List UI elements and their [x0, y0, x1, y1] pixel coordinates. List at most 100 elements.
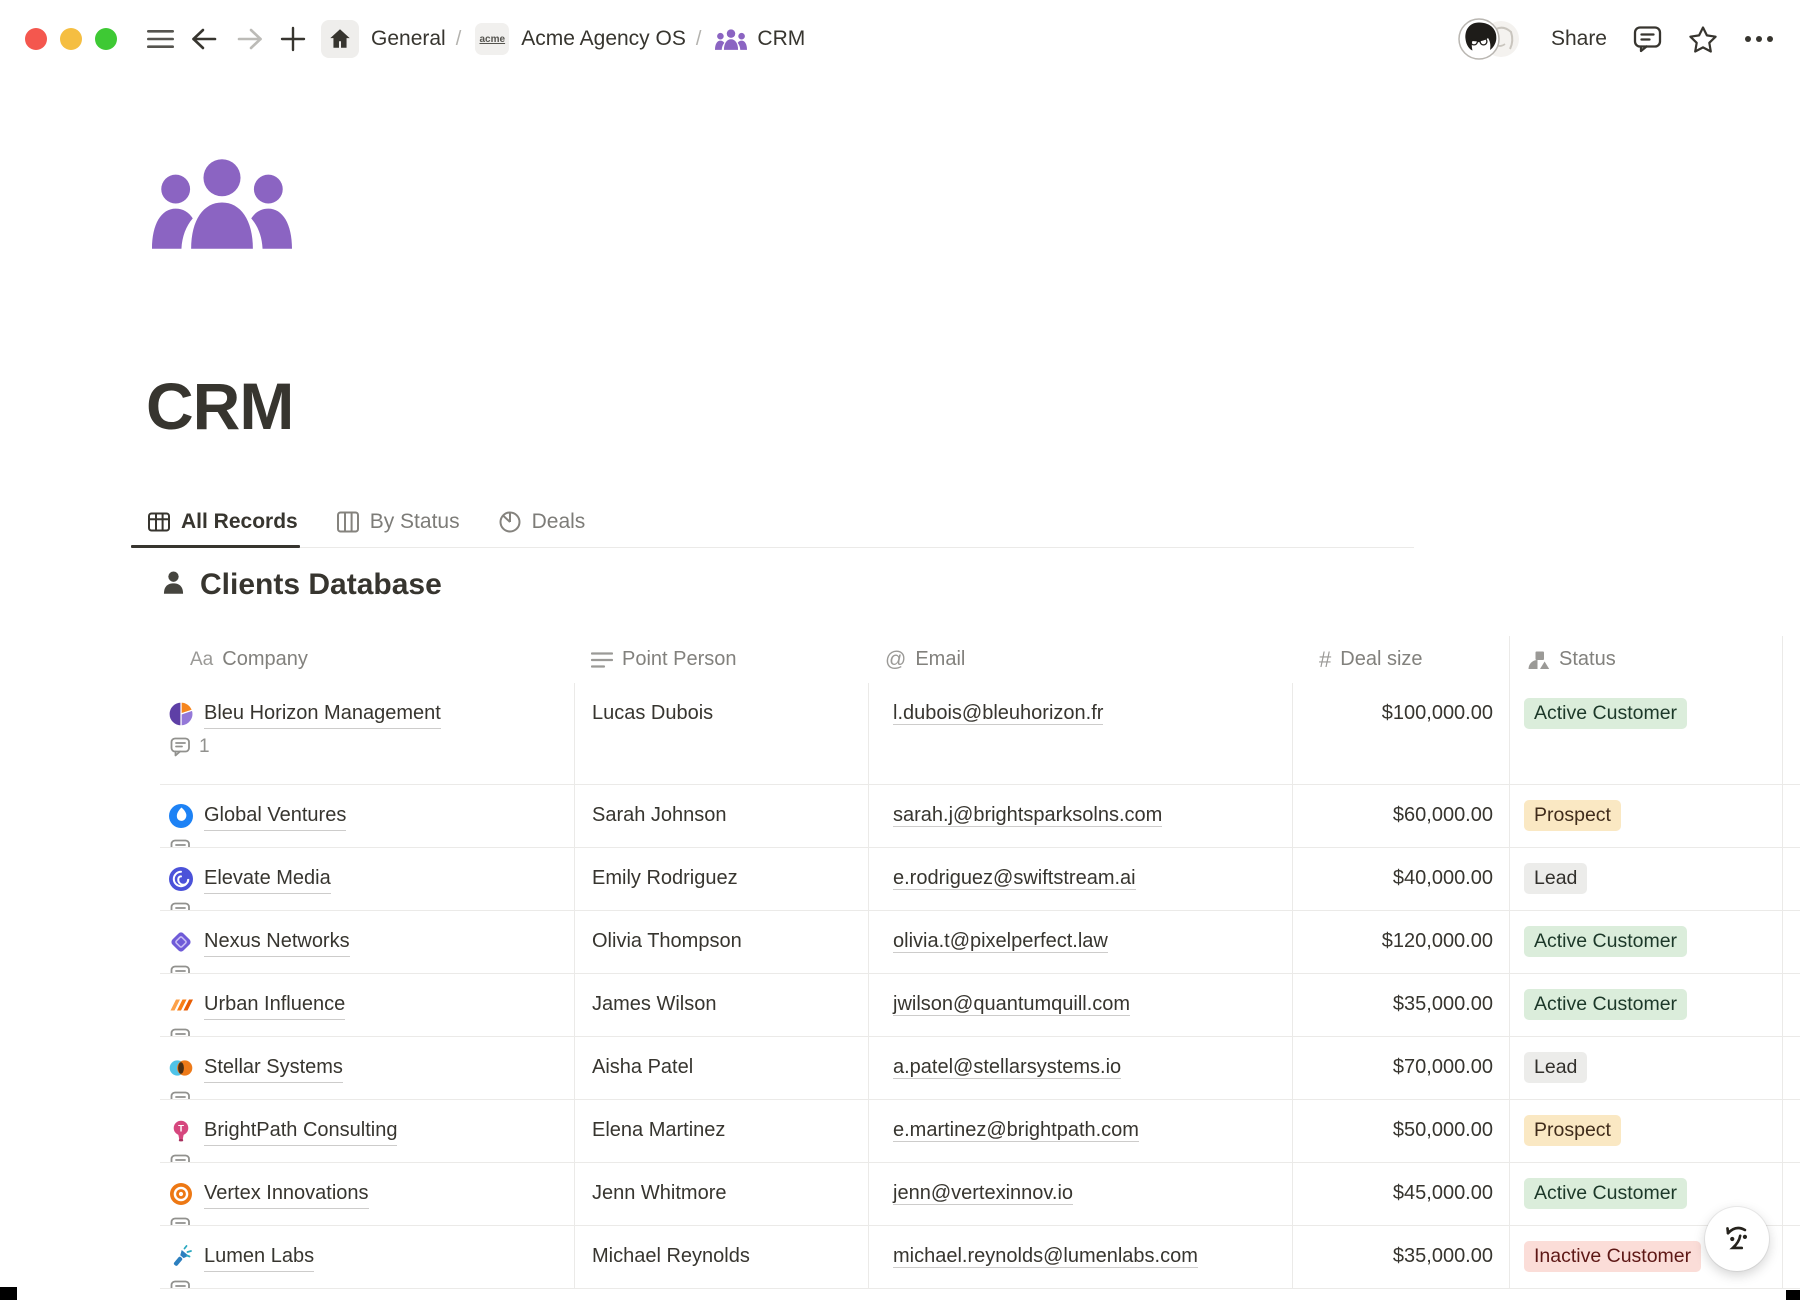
deal-size-cell[interactable]: $35,000.00: [1293, 1226, 1510, 1288]
table-row[interactable]: Global Ventures Sarah Johnson sarah.j@br…: [160, 785, 1800, 848]
deal-size-cell[interactable]: $35,000.00: [1293, 974, 1510, 1036]
status-cell[interactable]: Lead: [1510, 848, 1783, 910]
new-tab-icon[interactable]: [280, 26, 306, 52]
page-title: CRM: [146, 368, 293, 444]
breadcrumb-page[interactable]: CRM: [757, 27, 805, 51]
breadcrumb-root[interactable]: General: [371, 27, 446, 51]
table-row[interactable]: Elevate Media Emily Rodriguez e.rodrigue…: [160, 848, 1800, 911]
comment-bubble-icon: [170, 1279, 192, 1288]
table-row[interactable]: Nexus Networks Olivia Thompson olivia.t@…: [160, 911, 1800, 974]
sidebar-menu-icon[interactable]: [147, 28, 174, 50]
table-row[interactable]: Stellar Systems Aisha Patel a.patel@stel…: [160, 1037, 1800, 1100]
collaborator-avatars[interactable]: [1455, 17, 1525, 61]
company-name-link[interactable]: Lumen Labs: [204, 1241, 314, 1272]
column-header-company[interactable]: Aa Company: [160, 636, 575, 683]
comment-count[interactable]: 1: [170, 736, 574, 758]
back-arrow-icon[interactable]: [190, 27, 218, 51]
minimize-button[interactable]: [60, 28, 82, 50]
status-cell[interactable]: Prospect: [1510, 1100, 1783, 1162]
table-row[interactable]: Vertex Innovations Jenn Whitmore jenn@ve…: [160, 1163, 1800, 1226]
point-person-cell[interactable]: Elena Martinez: [575, 1100, 869, 1162]
company-name-link[interactable]: Nexus Networks: [204, 926, 350, 957]
company-name-link[interactable]: Bleu Horizon Management: [204, 698, 441, 729]
table-row[interactable]: Bleu Horizon Management 1 Lucas Dubois l…: [160, 683, 1800, 785]
comment-count[interactable]: [170, 901, 574, 910]
tab-by-status[interactable]: By Status: [336, 497, 460, 547]
comment-count[interactable]: [170, 1090, 574, 1099]
comment-count[interactable]: [170, 1027, 574, 1036]
comment-count[interactable]: [170, 1153, 574, 1162]
deal-size-cell[interactable]: $50,000.00: [1293, 1100, 1510, 1162]
tab-label: All Records: [181, 510, 298, 534]
deal-size-cell[interactable]: $40,000.00: [1293, 848, 1510, 910]
company-cell: Bleu Horizon Management 1: [160, 683, 575, 784]
status-cell[interactable]: Lead: [1510, 1037, 1783, 1099]
forward-arrow-icon[interactable]: [236, 27, 264, 51]
company-name-link[interactable]: Elevate Media: [204, 863, 331, 894]
status-cell[interactable]: Active Customer: [1510, 911, 1783, 973]
status-cell[interactable]: Active Customer: [1510, 683, 1783, 784]
email-link[interactable]: e.rodriguez@swiftstream.ai: [893, 867, 1136, 890]
email-link[interactable]: l.dubois@bleuhorizon.fr: [893, 702, 1103, 725]
more-options-icon[interactable]: [1744, 35, 1774, 43]
deal-size-cell[interactable]: $100,000.00: [1293, 683, 1510, 784]
deal-size-cell[interactable]: $120,000.00: [1293, 911, 1510, 973]
share-button[interactable]: Share: [1551, 27, 1607, 51]
point-person-cell[interactable]: Michael Reynolds: [575, 1226, 869, 1288]
column-header-status[interactable]: Status: [1510, 636, 1783, 683]
email-link[interactable]: olivia.t@pixelperfect.law: [893, 930, 1108, 953]
status-cell[interactable]: Prospect: [1510, 785, 1783, 847]
email-link[interactable]: e.martinez@brightpath.com: [893, 1119, 1139, 1142]
workspace-logo-badge[interactable]: acme: [475, 23, 509, 55]
comment-count[interactable]: [170, 1216, 574, 1225]
favorite-star-icon[interactable]: [1688, 25, 1718, 54]
email-link[interactable]: jwilson@quantumquill.com: [893, 993, 1130, 1016]
status-cell[interactable]: Active Customer: [1510, 974, 1783, 1036]
comment-count[interactable]: [170, 1279, 574, 1288]
company-name-link[interactable]: BrightPath Consulting: [204, 1115, 397, 1146]
point-person-cell[interactable]: Olivia Thompson: [575, 911, 869, 973]
point-person-cell[interactable]: Lucas Dubois: [575, 683, 869, 784]
tab-all-records[interactable]: All Records: [147, 497, 298, 547]
person-icon: [160, 569, 187, 601]
table-row[interactable]: Urban Influence James Wilson jwilson@qua…: [160, 974, 1800, 1037]
email-link[interactable]: michael.reynolds@lumenlabs.com: [893, 1245, 1198, 1268]
point-person-cell[interactable]: Emily Rodriguez: [575, 848, 869, 910]
company-name-link[interactable]: Urban Influence: [204, 989, 345, 1020]
close-button[interactable]: [25, 28, 47, 50]
row-filler: [1783, 785, 1800, 847]
email-link[interactable]: a.patel@stellarsystems.io: [893, 1056, 1121, 1079]
ai-assistant-button[interactable]: [1705, 1207, 1769, 1271]
home-button[interactable]: [321, 20, 359, 58]
tab-deals[interactable]: Deals: [498, 497, 586, 547]
comment-count[interactable]: [170, 964, 574, 973]
company-name-link[interactable]: Stellar Systems: [204, 1052, 343, 1083]
company-name-link[interactable]: Global Ventures: [204, 800, 346, 831]
email-link[interactable]: sarah.j@brightsparksolns.com: [893, 804, 1162, 827]
text-property-icon: [591, 651, 613, 669]
column-header-email[interactable]: @ Email: [869, 636, 1293, 683]
row-filler: [1783, 1037, 1800, 1099]
column-header-point-person[interactable]: Point Person: [575, 636, 869, 683]
point-person-cell[interactable]: Aisha Patel: [575, 1037, 869, 1099]
page-icon-people[interactable]: [152, 158, 292, 254]
table-row[interactable]: T BrightPath Consulting Elena Martinez e…: [160, 1100, 1800, 1163]
email-cell: sarah.j@brightsparksolns.com: [869, 785, 1293, 847]
point-person-cell[interactable]: James Wilson: [575, 974, 869, 1036]
deal-size-cell[interactable]: $60,000.00: [1293, 785, 1510, 847]
deal-size-cell[interactable]: $70,000.00: [1293, 1037, 1510, 1099]
point-person-cell[interactable]: Jenn Whitmore: [575, 1163, 869, 1225]
deal-size-cell[interactable]: $45,000.00: [1293, 1163, 1510, 1225]
company-name-link[interactable]: Vertex Innovations: [204, 1178, 369, 1209]
comment-count[interactable]: [170, 838, 574, 847]
breadcrumb-separator: /: [456, 28, 462, 51]
column-header-deal-size[interactable]: # Deal size: [1293, 636, 1510, 683]
zoom-button[interactable]: [95, 28, 117, 50]
breadcrumb-workspace[interactable]: Acme Agency OS: [521, 27, 686, 51]
comments-icon[interactable]: [1633, 25, 1662, 53]
pie-logo-orange-purple: [168, 701, 194, 727]
table-row[interactable]: Lumen Labs Michael Reynolds michael.reyn…: [160, 1226, 1800, 1289]
point-person-cell[interactable]: Sarah Johnson: [575, 785, 869, 847]
email-link[interactable]: jenn@vertexinnov.io: [893, 1182, 1073, 1205]
comment-bubble-icon: [170, 1153, 192, 1162]
